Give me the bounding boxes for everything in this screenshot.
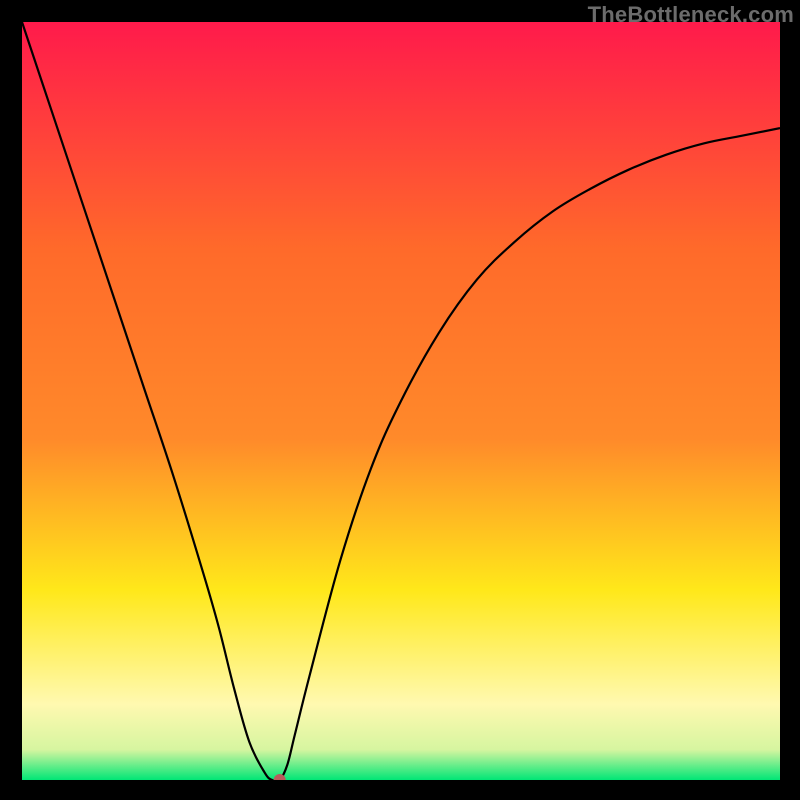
chart-frame: TheBottleneck.com [0,0,800,800]
watermark-text: TheBottleneck.com [588,2,794,28]
chart-svg [22,22,780,780]
plot-area [22,22,780,780]
